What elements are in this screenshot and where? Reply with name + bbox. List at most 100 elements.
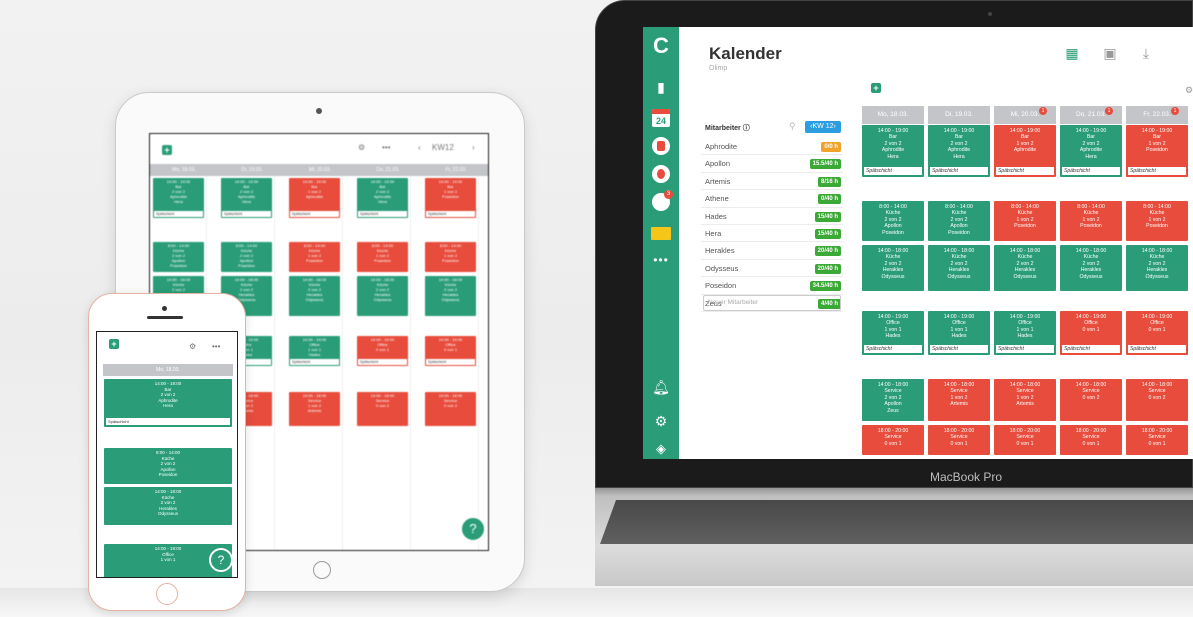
shift-card[interactable]: 18:00 - 20:00 Service 0 von 1 <box>1060 425 1122 455</box>
shift-card[interactable]: 14:00 - 19:00 Office 0 von 1 Spätschicht <box>1126 311 1188 355</box>
shift-card[interactable]: 8:00 - 14:00 Küche 1 von 2 Poseidon <box>1126 201 1188 241</box>
sidebar-item-time[interactable]: 3 <box>643 190 679 214</box>
shift-card[interactable]: 14:00 - 19:00Office1 von 1HadesSpätschic… <box>994 311 1056 355</box>
employee-row[interactable]: Artemis 8/16 h <box>701 173 843 191</box>
shift-card[interactable]: 14:00 - 18:00Service2 von 2ApollonZeus <box>862 379 924 421</box>
shift-card[interactable]: 14:00 - 19:00 Bar 2 von 2 Aphrodite Hera Spät… <box>1060 125 1122 177</box>
shift-card[interactable]: 14:00 - 19:00 Bar 2 von 2 Aphrodite Hera Spät… <box>104 379 232 427</box>
prev-week-icon[interactable]: ‹ <box>418 143 421 152</box>
shift-card[interactable]: 18:00 - 20:00 Service 0 von 1 <box>994 425 1056 455</box>
calendar-export-icon[interactable]: ▣ <box>1101 45 1119 61</box>
next-week-icon[interactable]: › <box>472 143 475 152</box>
layers-icon[interactable]: ◈ <box>643 441 679 457</box>
shift-card[interactable]: 14:00 - 19:00 Bar 1 von 2 Poseidon Spätschic… <box>425 178 476 218</box>
employee-row[interactable]: Hades 15/40 h <box>701 208 843 225</box>
shift-card[interactable]: 14:00 - 19:00Office1 von 1HadesSpätschic… <box>289 336 340 366</box>
shift-card[interactable]: 14:00 - 19:00 Bar 2 von 2 Aphrodite Hera Spät… <box>928 125 990 177</box>
shift-card[interactable]: 14:00 - 18:00Küche2 von 2HeraklesOdysseu… <box>994 245 1056 291</box>
shift-card[interactable]: 14:00 - 18:00 Service 1 von 2 Artemis <box>994 379 1056 421</box>
shift-card[interactable]: 14:00 - 18:00Küche2 von 2HeraklesOdysseu… <box>425 276 476 316</box>
shift-line: Poseidon <box>1014 223 1036 230</box>
shift-card[interactable]: 8:00 - 14:00 Küche 2 von 2 Apollon Poseidon <box>928 201 990 241</box>
more-icon[interactable]: ••• <box>643 253 679 267</box>
day-header: Di, 19.03. <box>241 167 263 173</box>
help-button[interactable]: ? <box>209 548 233 572</box>
more-menu-icon[interactable]: ••• <box>382 143 390 152</box>
sidebar-item-messages[interactable] <box>643 227 679 243</box>
shift-card[interactable]: 14:00 - 19:00 Bar 1 von 2 Poseidon Spätschic… <box>1126 125 1188 177</box>
week-selector[interactable]: KW12 <box>432 143 454 152</box>
shift-card[interactable]: 8:00 - 14:00 Küche 1 von 2 Poseidon <box>357 242 408 272</box>
employee-row[interactable]: Herakles 20/40 h <box>701 242 843 260</box>
shift-card[interactable]: 14:00 - 19:00 Office 0 von 1 Spätschicht <box>425 336 476 366</box>
shift-card[interactable]: 14:00 - 18:00 Service 0 von 2 <box>1126 379 1188 421</box>
employee-row[interactable]: Odysseus 20/40 h <box>701 260 843 278</box>
shift-card[interactable]: 8:00 - 14:00 Küche 1 von 2 Poseidon <box>994 201 1056 241</box>
employee-row[interactable]: Poseidon 34.5/40 h <box>701 277 843 295</box>
bell-icon[interactable]: 🔔︎ <box>643 379 679 396</box>
settings-icon[interactable]: ⚙ <box>643 413 679 430</box>
shift-card[interactable]: 14:00 - 19:00 Bar 2 von 2 Aphrodite Hera Spät… <box>221 178 272 218</box>
employee-row[interactable]: Hera 15/40 h <box>701 225 843 243</box>
new-employee-input[interactable]: Neuer Mitarbeiter <box>703 295 841 311</box>
shift-card[interactable]: 14:00 - 19:00 Office 0 von 1 Spätschicht <box>1060 311 1122 355</box>
search-icon[interactable]: ⚲ <box>789 121 796 132</box>
shift-card[interactable]: 8:00 - 14:00 Küche 1 von 2 Poseidon <box>425 242 476 272</box>
shift-card[interactable]: 8:00 - 14:00 Küche 2 von 2 Apollon Poseidon <box>153 242 204 272</box>
download-icon[interactable]: ⤓ <box>1137 45 1155 61</box>
shift-card[interactable]: 8:00 - 14:00 Küche 2 von 2 Apollon Poseidon <box>862 201 924 241</box>
sidebar-item-staff[interactable] <box>643 137 679 158</box>
add-shift-icon[interactable]: + <box>162 145 172 155</box>
calendar-view-icon[interactable]: ▦ <box>1063 45 1081 61</box>
shift-card[interactable]: 14:00 - 18:00 Service 1 von 2 Artemis <box>928 379 990 421</box>
employee-row[interactable]: Aphrodite 0/0 h <box>701 138 843 156</box>
employee-row[interactable]: Athene 0/40 h <box>701 190 843 208</box>
shift-card[interactable]: 14:00 - 18:00 Service 1 von 2 Artemis <box>289 392 340 426</box>
info-icon[interactable]: ⓘ <box>743 125 750 132</box>
week-selector[interactable]: ‹KW 12› <box>805 121 841 133</box>
shift-card[interactable]: 14:00 - 19:00 Bar 2 von 2 Aphrodite Hera Spät… <box>862 125 924 177</box>
shift-card[interactable]: 18:00 - 20:00 Service 0 von 1 <box>862 425 924 455</box>
clipboard-icon[interactable]: ▮ <box>643 79 679 96</box>
shift-line: 0 von 1 <box>1148 326 1166 333</box>
more-menu-icon[interactable]: ••• <box>212 342 220 351</box>
app-logo-icon[interactable]: C <box>643 33 679 59</box>
shift-card[interactable]: 18:00 - 20:00 Service 0 von 1 <box>928 425 990 455</box>
shift-card[interactable]: 14:00 - 18:00Küche2 von 2HeraklesOdysseu… <box>928 245 990 291</box>
employee-row[interactable]: Apollon 15.5/40 h <box>701 155 843 173</box>
shift-card[interactable]: 14:00 - 18:00 Service 0 von 2 <box>357 392 408 426</box>
shift-line: Odysseus <box>881 273 905 280</box>
shift-tag: Spätschicht <box>106 418 230 425</box>
shift-card[interactable]: 14:00 - 18:00 Service 0 von 2 <box>1060 379 1122 421</box>
add-shift-icon[interactable]: + <box>871 83 881 93</box>
sidebar-item-favorites[interactable] <box>643 165 679 186</box>
shift-card[interactable]: 14:00 - 18:00Küche2 von 2HeraklesOdysseu… <box>357 276 408 316</box>
shift-card[interactable]: 8:00 - 14:00 Küche 1 von 2 Poseidon <box>1060 201 1122 241</box>
shift-card[interactable]: 14:00 - 18:00Küche2 von 2HeraklesOdysseu… <box>1060 245 1122 291</box>
shift-line: 0 von 1 <box>1082 440 1100 447</box>
shift-card[interactable]: 8:00 - 14:00 Küche 2 von 2 Apollon Poseidon <box>221 242 272 272</box>
gear-icon[interactable]: ⚙ <box>189 342 196 351</box>
sidebar-item-calendar[interactable]: 24 <box>643 109 679 127</box>
gear-icon[interactable]: ⚙ <box>358 143 365 152</box>
shift-card[interactable]: 8:00 - 14:00 Küche 1 von 2 Poseidon <box>289 242 340 272</box>
shift-card[interactable]: 14:00 - 19:00Office1 von 1HadesSpätschic… <box>928 311 990 355</box>
shift-card[interactable]: 14:00 - 18:00Küche2 von 2HeraklesOdysseu… <box>862 245 924 291</box>
day-label: Di, 19.03. <box>945 111 973 118</box>
shift-card[interactable]: 14:00 - 18:00Küche2 von 2HeraklesOdysseu… <box>289 276 340 316</box>
shift-card[interactable]: 14:00 - 19:00 Bar 2 von 2 Aphrodite Hera Spät… <box>153 178 204 218</box>
shift-card[interactable]: 14:00 - 18:00 Service 0 von 2 <box>425 392 476 426</box>
shift-line: Zeus <box>887 407 899 414</box>
shift-card[interactable]: 14:00 - 19:00 Office 0 von 1 Spätschicht <box>357 336 408 366</box>
add-shift-icon[interactable]: + <box>109 339 119 349</box>
shift-card[interactable]: 14:00 - 19:00 Bar 1 von 2 Aphrodite Spätschi… <box>289 178 340 218</box>
gear-icon[interactable]: ⚙ <box>1185 85 1193 96</box>
shift-card[interactable]: 14:00 - 18:00Küche2 von 2HeraklesOdysseu… <box>1126 245 1188 291</box>
shift-card[interactable]: 14:00 - 18:00Küche2 von 2HeraklesOdysseu… <box>104 487 232 525</box>
shift-card[interactable]: 14:00 - 19:00 Bar 2 von 2 Aphrodite Hera Spät… <box>357 178 408 218</box>
shift-card[interactable]: 14:00 - 19:00Office1 von 1HadesSpätschic… <box>862 311 924 355</box>
shift-card[interactable]: 18:00 - 20:00 Service 0 von 1 <box>1126 425 1188 455</box>
shift-card[interactable]: 8:00 - 14:00 Küche 2 von 2 Apollon Poseidon <box>104 448 232 484</box>
help-button[interactable]: ? <box>460 516 486 542</box>
shift-card[interactable]: 14:00 - 19:00 Bar 1 von 2 Aphrodite Spätschi… <box>994 125 1056 177</box>
